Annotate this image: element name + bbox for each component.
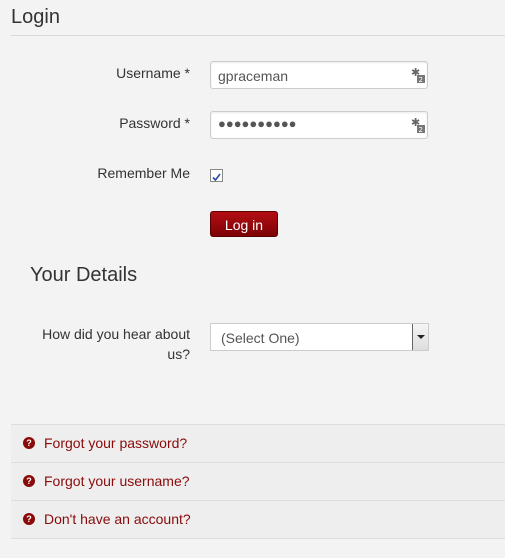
question-icon: ? — [23, 437, 35, 449]
hear-about-label-line2: us? — [167, 346, 190, 362]
remember-me-checkbox[interactable] — [210, 169, 223, 182]
password-label: Password * — [119, 115, 190, 131]
hear-about-select[interactable]: (Select One) — [210, 323, 429, 351]
password-manager-icon[interactable]: ✱ 2 — [411, 117, 425, 133]
link-label[interactable]: Forgot your password? — [44, 435, 187, 451]
username-value: gpraceman — [218, 68, 289, 84]
question-icon: ? — [23, 513, 35, 525]
chevron-down-icon[interactable] — [412, 324, 428, 350]
svg-text:2: 2 — [419, 126, 423, 133]
title-divider — [11, 35, 505, 36]
remember-me-label: Remember Me — [97, 165, 190, 181]
hear-about-label: How did you hear about us? — [42, 326, 190, 362]
link-label[interactable]: Forgot your username? — [44, 473, 190, 489]
hear-about-selected-value: (Select One) — [221, 330, 300, 346]
password-field[interactable]: ●●●●●●●●●● ✱ 2 — [210, 111, 428, 139]
hear-about-label-line1: How did you hear about — [42, 326, 190, 342]
create-account-link[interactable]: ? Don't have an account? — [11, 501, 505, 539]
checkmark-icon — [212, 173, 221, 182]
forgot-username-link[interactable]: ? Forgot your username? — [11, 463, 505, 501]
question-icon: ? — [23, 475, 35, 487]
login-button[interactable]: Log in — [210, 211, 278, 237]
help-links-list: ? Forgot your password? ? Forgot your us… — [11, 424, 505, 539]
your-details-heading: Your Details — [30, 264, 138, 286]
forgot-password-link[interactable]: ? Forgot your password? — [11, 425, 505, 463]
username-field[interactable]: gpraceman ✱ 2 — [210, 61, 428, 89]
username-label: Username * — [116, 65, 190, 81]
page-title: Login — [11, 6, 60, 28]
svg-text:2: 2 — [419, 76, 423, 83]
password-value: ●●●●●●●●●● — [218, 116, 297, 131]
link-label[interactable]: Don't have an account? — [44, 511, 191, 527]
password-manager-icon[interactable]: ✱ 2 — [411, 67, 425, 83]
